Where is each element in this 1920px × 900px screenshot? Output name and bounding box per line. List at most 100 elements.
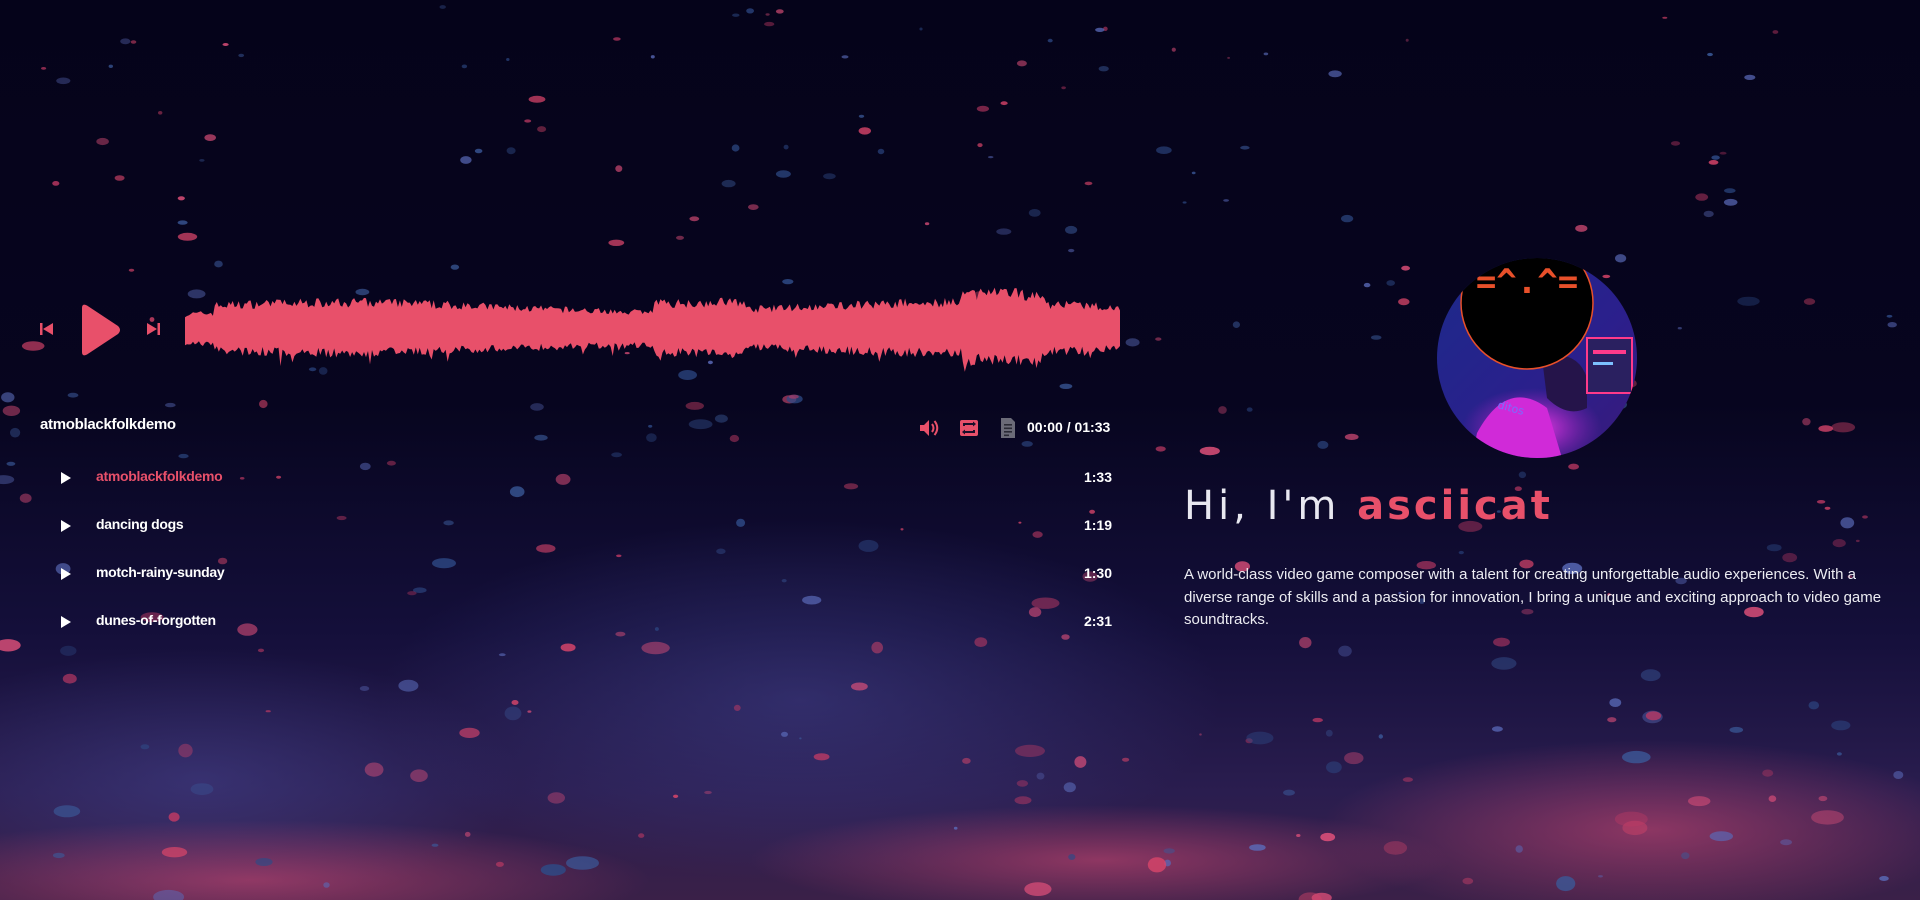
play-icon [61,472,71,484]
play-icon [61,616,71,628]
playlist-item-title: dunes-of-forgotten [96,612,216,628]
playlist-item-title: dancing dogs [96,516,184,532]
rain-drop [461,64,468,69]
rain-drop [459,727,480,739]
rain-drop [2,405,21,416]
rain-drop [238,53,245,58]
rain-drop [858,114,865,118]
rain-drop [732,13,740,17]
rain-drop [1036,772,1045,780]
rain-drop [464,831,471,837]
hero-name: asciicat [1357,483,1553,529]
rain-drop [799,737,802,740]
rain-drop [1836,752,1842,756]
rain-drop [1016,60,1027,67]
rain-drop [1707,52,1713,57]
rain-drop [177,220,188,225]
rain-drop [813,753,830,761]
volume-button[interactable] [918,416,942,440]
time-readout: 00:00 / 01:33 [1027,419,1110,435]
rain-drop [178,743,193,758]
rain-drop [764,21,775,27]
rain-drop [1719,151,1727,155]
rain-drop [1724,188,1736,194]
rain-drop [431,843,439,847]
rain-drop [1370,335,1382,340]
rain-drop [1772,30,1779,34]
play-button[interactable] [78,302,122,358]
rain-drop [1317,440,1329,449]
rain-drop [1887,322,1897,328]
playlist-icon [1001,418,1015,438]
rain-drop [1016,780,1029,787]
rain-drop [1893,771,1904,779]
skip-previous-icon [40,323,53,335]
playlist-item[interactable]: dunes-of-forgotten 2:31 [40,606,1112,654]
rain-drop [638,833,645,838]
rain-drop [165,402,176,408]
rain-drop [1681,852,1690,860]
rain-drop [953,826,958,830]
rain-drop [1084,181,1093,186]
playlist-item-duration: 1:30 [1083,565,1112,581]
rain-drop [858,127,871,135]
rain-drop [1766,544,1782,552]
rain-drop [168,812,180,822]
rain-drop [460,156,472,164]
playlist-item[interactable]: dancing dogs 1:19 [40,510,1112,558]
rain-drop [1803,298,1816,305]
playlist-item[interactable]: atmoblackfolkdemo 1:33 [40,462,1112,510]
next-track-button[interactable] [144,320,162,338]
rain-drop [1816,500,1826,504]
playlist-button[interactable] [996,416,1020,440]
rain-drop [1662,16,1668,19]
rain-drop [976,105,990,112]
rain-drop [1491,726,1503,732]
rain-drop [1744,74,1756,80]
rain-drop [721,179,736,188]
rainy-background [0,0,1920,900]
rain-drop [1768,795,1777,802]
rain-drop [977,143,983,148]
repeat-button[interactable] [957,416,981,440]
rain-drop [1575,224,1588,232]
rain-drop [537,126,547,133]
rain-drop [1862,515,1868,519]
rain-drop [714,414,728,423]
rain-drop [1515,845,1523,853]
rain-drop [1363,282,1371,288]
rain-drop [689,216,700,222]
rain-drop [52,852,65,859]
rain-drop [1199,446,1220,456]
rain-drop [1155,337,1162,341]
rain-drop [1688,796,1711,807]
rain-drop [398,679,419,692]
rain-drop [919,27,923,31]
rain-drop [1711,155,1720,160]
rain-drop [222,43,229,46]
rain-drop [1325,729,1333,737]
playlist-item[interactable]: motch-rainy-sunday 1:30 [40,558,1112,606]
rain-drop [1240,145,1250,150]
rain-drop [1824,506,1831,510]
rain-drop [1028,209,1041,217]
waveform-seekbar[interactable] [185,260,1120,400]
rain-drop [962,757,971,764]
rain-drop [729,434,740,443]
rain-drop [1607,717,1617,723]
play-icon [61,568,71,580]
playlist-item-duration: 1:19 [1083,517,1112,533]
rain-drop [1182,201,1187,204]
rain-drop [1729,726,1744,733]
rain-drop [108,64,114,69]
previous-track-button[interactable] [38,320,56,338]
rain-drop [648,424,653,428]
rain-drop [1879,876,1889,881]
rain-drop [1609,698,1622,707]
rain-drop [1405,38,1409,42]
rain-drop [56,77,71,85]
rain-drop [1047,38,1053,43]
rain-drop [1328,70,1342,78]
rain-drop [877,148,885,155]
rain-drop [1762,769,1774,777]
